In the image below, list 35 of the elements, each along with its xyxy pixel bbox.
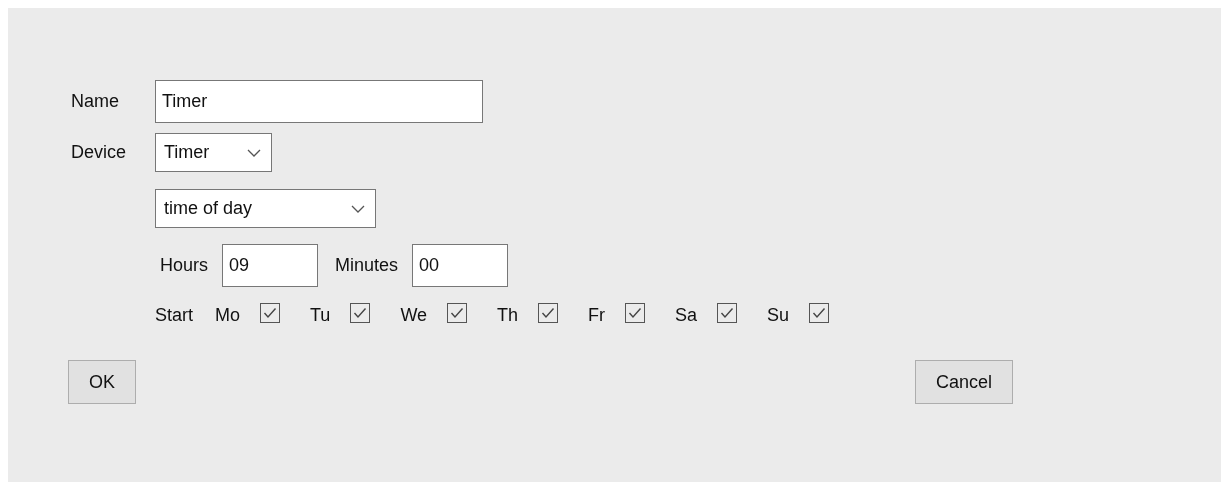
cancel-button[interactable]: Cancel	[914, 360, 1013, 404]
day-label: Fr	[588, 305, 606, 326]
hours-label: Hours	[160, 255, 208, 276]
check-icon	[628, 306, 643, 319]
name-field[interactable]: Timer	[155, 80, 483, 123]
day-checkbox[interactable]	[447, 302, 468, 323]
day-label: Mo	[215, 305, 241, 326]
minutes-field[interactable]: 00	[412, 244, 509, 287]
day-label: Th	[497, 305, 519, 326]
device-select[interactable]: Timer	[155, 133, 272, 172]
day-checkbox[interactable]	[717, 302, 738, 323]
check-icon	[353, 306, 368, 319]
day-checkbox[interactable]	[809, 302, 830, 323]
day-checkbox[interactable]	[625, 302, 646, 323]
day-label: Tu	[310, 305, 331, 326]
check-icon	[720, 306, 735, 319]
day-label: Su	[767, 305, 790, 326]
day-label: Sa	[675, 305, 698, 326]
check-icon	[263, 306, 278, 319]
name-label: Name	[70, 91, 120, 112]
hours-field[interactable]: 09	[222, 244, 318, 287]
chevron-icon	[247, 148, 261, 157]
day-checkbox[interactable]	[350, 302, 371, 323]
minutes-label: Minutes	[335, 255, 399, 276]
check-icon	[812, 306, 827, 319]
check-icon	[450, 306, 465, 319]
check-icon	[541, 306, 556, 319]
chevron-icon	[351, 204, 365, 213]
device-label: Device	[70, 142, 128, 163]
ok-button[interactable]: OK	[68, 360, 136, 404]
day-label: We	[400, 305, 428, 326]
start-label: Start	[155, 305, 193, 326]
day-checkbox[interactable]	[260, 302, 281, 323]
day-checkbox[interactable]	[538, 302, 559, 323]
mode-select[interactable]: time of day	[155, 189, 376, 228]
